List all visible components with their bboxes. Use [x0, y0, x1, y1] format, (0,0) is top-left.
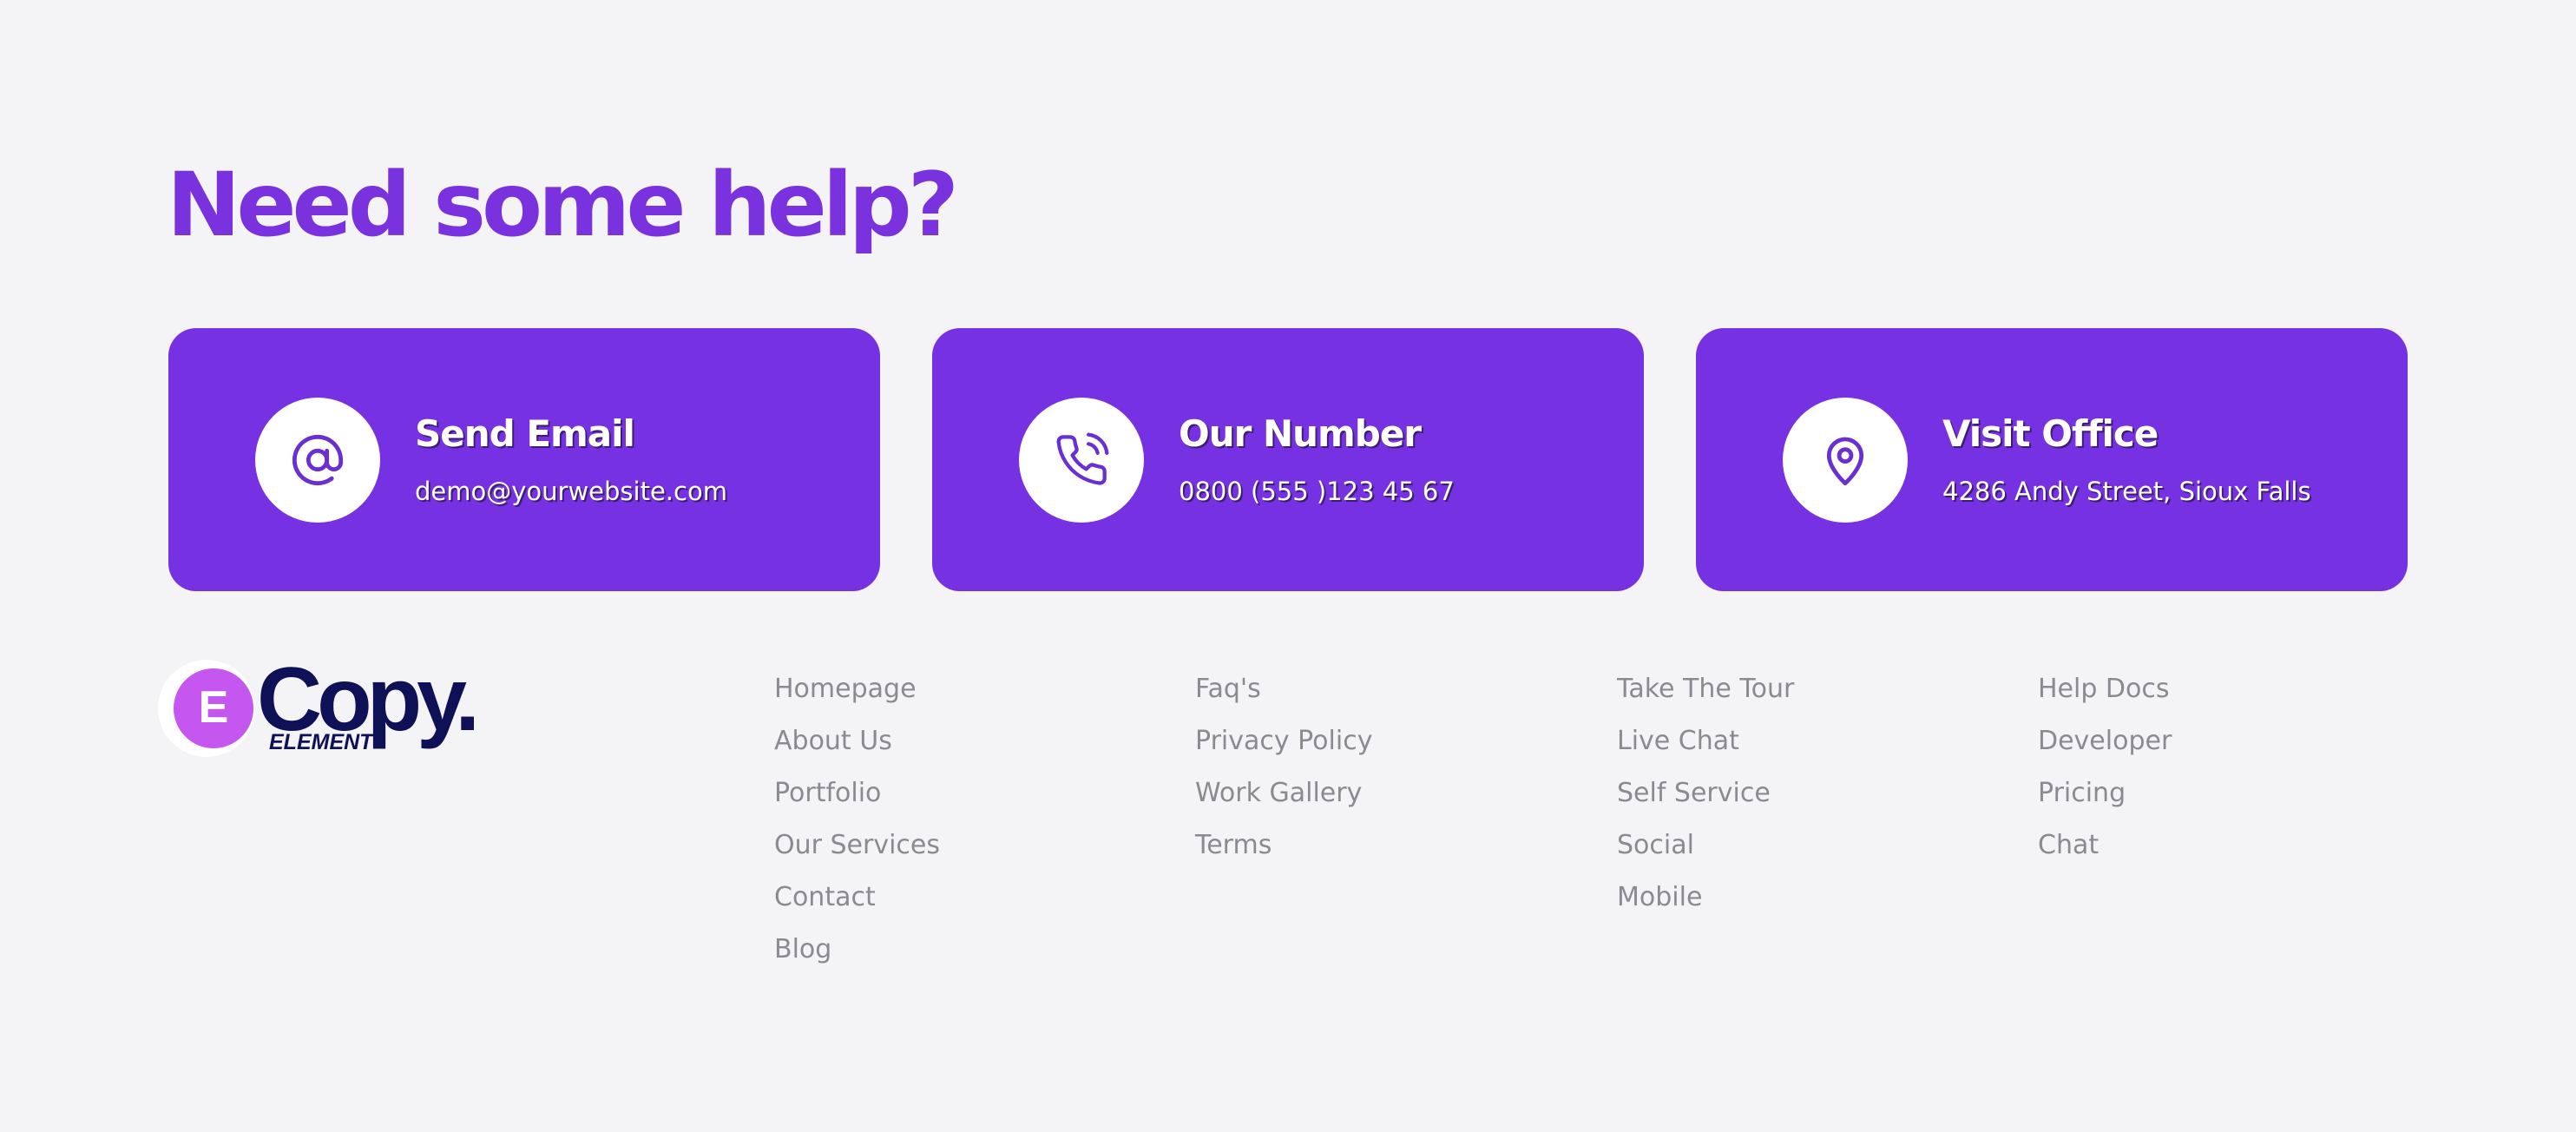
site-logo[interactable]: E Copy. ELEMENT: [156, 649, 503, 767]
footer-link-faqs[interactable]: Faq's: [1195, 668, 1372, 721]
logo-subtitle: ELEMENT: [269, 730, 373, 754]
card-title: Visit Office: [1942, 412, 2159, 455]
footer-link-our-services[interactable]: Our Services: [774, 825, 940, 877]
footer-links-column-2: Faq's Privacy Policy Work Gallery Terms: [1195, 668, 1372, 877]
footer-link-live-chat[interactable]: Live Chat: [1617, 721, 1794, 773]
footer-link-pricing[interactable]: Pricing: [2038, 773, 2172, 825]
footer-link-developer[interactable]: Developer: [2038, 721, 2172, 773]
our-number-card[interactable]: Our Number 0800 (555 )123 45 67: [932, 328, 1644, 591]
footer-links-column-3: Take The Tour Live Chat Self Service Soc…: [1617, 668, 1794, 929]
footer-link-self-service[interactable]: Self Service: [1617, 773, 1794, 825]
footer-link-contact[interactable]: Contact: [774, 877, 940, 929]
footer-link-chat[interactable]: Chat: [2038, 825, 2172, 877]
visit-office-card[interactable]: Visit Office 4286 Andy Street, Sioux Fal…: [1696, 328, 2408, 591]
phone-icon: [1019, 398, 1144, 523]
footer-link-social[interactable]: Social: [1617, 825, 1794, 877]
help-heading: Need some help?: [167, 154, 959, 257]
footer-link-work-gallery[interactable]: Work Gallery: [1195, 773, 1372, 825]
office-address[interactable]: 4286 Andy Street, Sioux Falls: [1942, 474, 2311, 509]
footer-link-blog[interactable]: Blog: [774, 929, 940, 981]
footer-links-column-4: Help Docs Developer Pricing Chat: [2038, 668, 2172, 877]
footer-link-homepage[interactable]: Homepage: [774, 668, 940, 721]
at-sign-icon: [255, 398, 380, 523]
card-title: Our Number: [1179, 412, 1422, 455]
map-pin-icon: [1783, 398, 1908, 523]
footer-links-column-1: Homepage About Us Portfolio Our Services…: [774, 668, 940, 981]
footer-link-mobile[interactable]: Mobile: [1617, 877, 1794, 929]
email-address[interactable]: demo@yourwebsite.com: [415, 474, 727, 509]
elementor-logo-icon: E: [158, 660, 255, 757]
footer-link-portfolio[interactable]: Portfolio: [774, 773, 940, 825]
phone-number[interactable]: 0800 (555 )123 45 67: [1179, 474, 1455, 509]
send-email-card[interactable]: Send Email demo@yourwebsite.com: [168, 328, 880, 591]
footer-link-help-docs[interactable]: Help Docs: [2038, 668, 2172, 721]
footer-link-about-us[interactable]: About Us: [774, 721, 940, 773]
footer-link-terms[interactable]: Terms: [1195, 825, 1372, 877]
footer-link-take-the-tour[interactable]: Take The Tour: [1617, 668, 1794, 721]
footer-link-privacy-policy[interactable]: Privacy Policy: [1195, 721, 1372, 773]
logo-mark-letter: E: [199, 682, 229, 733]
card-title: Send Email: [415, 412, 635, 455]
